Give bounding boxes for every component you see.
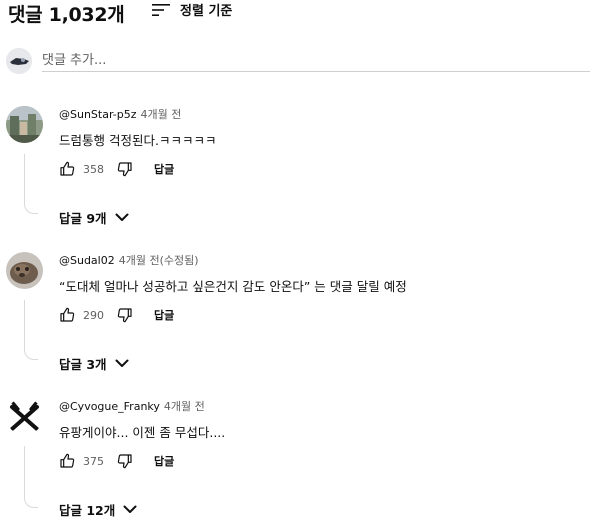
comment-meta: @Sudal02 4개월 전(수정됨) (59, 252, 199, 268)
add-comment-input[interactable] (42, 50, 590, 72)
thread-line (24, 154, 38, 214)
view-replies-button[interactable]: 답글 9개 (59, 208, 129, 227)
like-button[interactable]: 375 (59, 453, 113, 469)
chevron-down-icon (123, 505, 137, 513)
comment-actions: 358 답글 (59, 159, 174, 179)
replies-label: 답글 9개 (59, 211, 107, 226)
comment-author[interactable]: @Sudal02 (59, 254, 115, 267)
thumbs-up-icon (60, 161, 75, 176)
comment-item: @Cyvogue_Franky 4개월 전 유팡게이야... 이젠 좀 무섭다..… (6, 398, 590, 518)
thumbs-down-icon (117, 162, 132, 177)
thumbs-up-icon (60, 307, 75, 322)
like-count: 375 (83, 454, 104, 468)
reply-button[interactable]: 답글 (154, 161, 174, 177)
avatar[interactable] (6, 398, 43, 435)
comment-meta: @Cyvogue_Franky 4개월 전 (59, 398, 205, 414)
comment-meta: @SunStar-p5z 4개월 전 (59, 106, 181, 122)
sort-icon (152, 3, 170, 16)
dislike-button[interactable] (117, 161, 133, 177)
dislike-button[interactable] (117, 453, 133, 469)
comment-author[interactable]: @Cyvogue_Franky (59, 400, 160, 413)
sort-button[interactable]: 정렬 기준 (152, 0, 232, 19)
comment-count: 댓글 1,032개 (8, 3, 125, 26)
view-replies-button[interactable]: 답글 12개 (59, 500, 137, 519)
comment-time[interactable]: 4개월 전(수정됨) (119, 254, 199, 267)
comment-item: @SunStar-p5z 4개월 전 드럼통행 걱정된다.ㅋㅋㅋㅋㅋ 358 답글… (6, 106, 590, 226)
comment-text: “도대체 얼마나 성공하고 싶은건지 감도 안온다” 는 댓글 달릴 예정 (59, 279, 407, 294)
comment-time[interactable]: 4개월 전 (164, 400, 205, 413)
replies-label: 답글 3개 (59, 357, 107, 372)
avatar[interactable] (6, 252, 43, 289)
comment-text: 드럼통행 걱정된다.ㅋㅋㅋㅋㅋ (59, 133, 217, 148)
dislike-button[interactable] (117, 307, 133, 323)
comment-item: @Sudal02 4개월 전(수정됨) “도대체 얼마나 성공하고 싶은건지 감도… (6, 252, 590, 372)
reply-button[interactable]: 답글 (154, 307, 174, 323)
comment-time[interactable]: 4개월 전 (141, 108, 182, 121)
comments-header: 댓글 1,032개 (8, 0, 125, 26)
comment-text: 유팡게이야... 이젠 좀 무섭다.... (59, 425, 226, 440)
add-comment-row (6, 46, 590, 76)
current-user-avatar (6, 48, 32, 74)
avatar[interactable] (6, 106, 43, 143)
thumbs-down-icon (117, 454, 132, 469)
comment-actions: 375 답글 (59, 451, 174, 471)
thread-line (24, 446, 38, 508)
sort-label: 정렬 기준 (180, 4, 233, 19)
thumbs-up-icon (60, 453, 75, 468)
replies-label: 답글 12개 (59, 503, 116, 518)
thumbs-down-icon (117, 308, 132, 323)
chevron-down-icon (115, 213, 129, 221)
thread-line (24, 300, 38, 360)
like-count: 358 (83, 162, 104, 176)
comment-actions: 290 답글 (59, 305, 174, 325)
view-replies-button[interactable]: 답글 3개 (59, 354, 129, 373)
like-button[interactable]: 290 (59, 307, 113, 323)
reply-button[interactable]: 답글 (154, 453, 174, 469)
comment-author[interactable]: @SunStar-p5z (59, 108, 137, 121)
like-count: 290 (83, 308, 104, 322)
like-button[interactable]: 358 (59, 161, 113, 177)
chevron-down-icon (115, 359, 129, 367)
